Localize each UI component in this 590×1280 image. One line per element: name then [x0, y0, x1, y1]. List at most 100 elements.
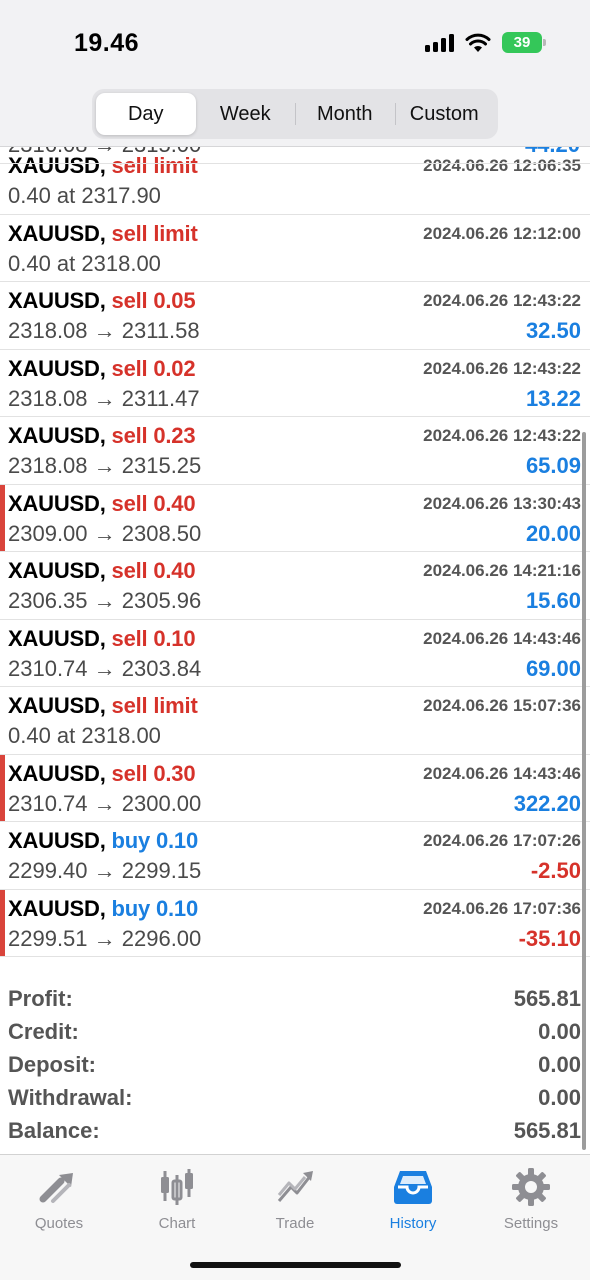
trade-action: sell 0.10 [111, 625, 196, 651]
trade-row[interactable]: XAUUSD, sell limit 2024.06.26 15:07:36 0.4… [0, 687, 590, 755]
trade-action: sell 0.40 [111, 490, 196, 516]
tab-settings-label: Settings [503, 1215, 559, 1232]
tab-trade[interactable]: Trade [236, 1155, 354, 1245]
tab-chart[interactable]: Chart [118, 1155, 236, 1245]
trade-row[interactable]: XAUUSD, sell 0.05 2024.06.26 12:43:22 2318… [0, 282, 590, 350]
summary-row: Deposit: 0.00 [0, 1049, 590, 1082]
trade-row[interactable]: XAUUSD, sell 0.40 2024.06.26 14:21:16 2306… [0, 552, 590, 620]
trade-row[interactable]: XAUUSD, sell 0.30 2024.06.26 14:43:46 2310… [0, 754, 590, 822]
trade-action: sell 0.05 [111, 288, 196, 313]
summary-value: 0.00 [538, 1019, 581, 1044]
trade-symbol: XAUUSD, [8, 625, 106, 651]
home-indicator[interactable] [190, 1262, 401, 1268]
trade-profit: 322.20 [513, 790, 581, 816]
tab-history-label: History [389, 1215, 437, 1232]
tab-history[interactable]: History [354, 1155, 472, 1245]
trade-symbol: XAUUSD, [8, 490, 106, 516]
trade-title: XAUUSD, sell 0.05 [8, 288, 196, 314]
trade-symbol: XAUUSD, [8, 693, 106, 718]
trade-symbol: XAUUSD, [8, 220, 106, 246]
trade-symbol: XAUUSD, [8, 828, 106, 853]
trade-datetime: 2024.06.26 13:30:43 [423, 493, 581, 513]
summary-label: Balance: [8, 1118, 100, 1143]
segment-week[interactable]: Week [196, 93, 296, 135]
trade-symbol: XAUUSD, [8, 558, 106, 583]
trade-price: 2299.40 → 2299.15 [8, 858, 202, 883]
chart-icon [155, 1165, 199, 1209]
trade-title: XAUUSD, sell limit [8, 693, 198, 719]
trade-title: XAUUSD, sell 0.30 [8, 760, 196, 787]
trade-price: 2318.08 → 2311.58 [8, 318, 200, 343]
trade-symbol: XAUUSD, [8, 760, 106, 786]
trade-profit: 20.00 [525, 520, 581, 546]
trade-row[interactable]: XAUUSD, sell 0.02 2024.06.26 12:43:22 2318… [0, 350, 590, 417]
trade-profit: 69.00 [525, 655, 581, 681]
tab-settings[interactable]: Settings [472, 1155, 590, 1245]
segment-month[interactable]: Month [295, 93, 395, 135]
tab-chart-label: Chart [158, 1215, 196, 1232]
trade-action: buy 0.10 [111, 828, 199, 853]
trade-row[interactable]: XAUUSD, buy 0.10 2024.06.26 17:07:36 2299.… [0, 889, 590, 957]
trade-price: 2318.08 → 2311.47 [8, 385, 200, 411]
trade-price: 2310.74 → 2300.00 [8, 790, 202, 816]
trade-datetime: 2024.06.26 12:43:22 [423, 358, 581, 378]
trade-datetime: 2024.06.26 12:43:22 [423, 426, 581, 445]
trade-title: XAUUSD, sell 0.10 [8, 625, 196, 652]
trade-title: XAUUSD, sell 0.40 [8, 558, 196, 584]
battery-icon: 39 [502, 32, 546, 53]
segment-custom[interactable]: Custom [394, 93, 495, 135]
trade-price: 0.40 at 2317.90 [8, 183, 161, 208]
summary-value: 565.81 [513, 986, 581, 1011]
trade-action: sell 0.02 [111, 355, 196, 381]
trade-profit: 15.60 [525, 588, 581, 613]
trade-price: 2309.00 → 2308.50 [8, 520, 202, 546]
segment-day[interactable]: Day [96, 93, 196, 135]
trade-row[interactable]: XAUUSD, sell 0.10 2024.06.26 14:43:46 2310… [0, 620, 590, 687]
scrollbar[interactable] [582, 432, 586, 1150]
trade-symbol: XAUUSD, [8, 355, 106, 381]
trade-row[interactable]: XAUUSD, buy 0.10 2024.06.26 17:07:26 2299.… [0, 822, 590, 890]
summary-row: Credit: 0.00 [0, 1016, 590, 1049]
summary-value: 0.00 [538, 1085, 581, 1110]
summary-label: Withdrawal: [8, 1085, 133, 1110]
tab-quotes[interactable]: Quotes [0, 1155, 118, 1245]
trade-title: XAUUSD, buy 0.10 [8, 828, 198, 854]
summary-value: 0.00 [538, 1052, 581, 1077]
trade-price: 2310.74 → 2303.84 [8, 655, 202, 681]
summary-label: Credit: [8, 1019, 79, 1044]
trade-title: XAUUSD, sell 0.40 [8, 490, 196, 517]
trade-datetime: 2024.06.26 14:43:46 [423, 763, 581, 783]
battery-level: 39 [513, 34, 531, 51]
quotes-icon [37, 1165, 81, 1209]
tab-quotes-label: Quotes [34, 1215, 84, 1232]
trade-datetime: 2024.06.26 14:43:46 [423, 628, 581, 648]
top-header: 19.46 39 Day Week Month Custom [0, 0, 590, 147]
trade-price: 0.40 at 2318.00 [8, 250, 161, 276]
trade-datetime: 2024.06.26 14:21:16 [423, 561, 581, 580]
trade-row[interactable]: XAUUSD, sell 0.40 2024.06.26 13:30:43 2309… [0, 484, 590, 552]
trade-price: 0.40 at 2318.00 [8, 723, 161, 748]
trade-profit: -2.50 [530, 858, 581, 883]
summary-row: Profit: 565.81 [0, 983, 590, 1016]
trade-price: 2299.51 → 2296.00 [8, 925, 202, 951]
trade-profit: 65.09 [525, 453, 581, 478]
trade-datetime: 2024.06.26 12:43:22 [423, 291, 581, 310]
trade-profit: 32.50 [525, 318, 581, 343]
trade-action: sell limit [111, 693, 198, 718]
trade-datetime: 2024.06.26 17:07:36 [423, 898, 581, 918]
trade-title: XAUUSD, sell 0.23 [8, 423, 196, 449]
trade-price: 2318.08 → 2315.25 [8, 453, 202, 478]
summary-label: Profit: [8, 986, 73, 1011]
tab-trade-label: Trade [275, 1215, 315, 1232]
trade-profit: 13.22 [525, 385, 581, 411]
wifi-icon [465, 33, 491, 52]
trade-row[interactable]: XAUUSD, sell limit 2024.06.26 12:12:00 0.4… [0, 215, 590, 282]
trade-action: sell 0.30 [111, 760, 196, 786]
trade-symbol: XAUUSD, [8, 423, 106, 448]
trade-profit: -35.10 [518, 925, 581, 951]
trade-row[interactable]: XAUUSD, sell 0.23 2024.06.26 12:43:22 2318… [0, 417, 590, 485]
summary-label: Deposit: [8, 1052, 96, 1077]
history-icon [391, 1165, 435, 1209]
trade-action: sell 0.40 [111, 558, 196, 583]
summary-row: Balance: 565.81 [0, 1115, 590, 1148]
